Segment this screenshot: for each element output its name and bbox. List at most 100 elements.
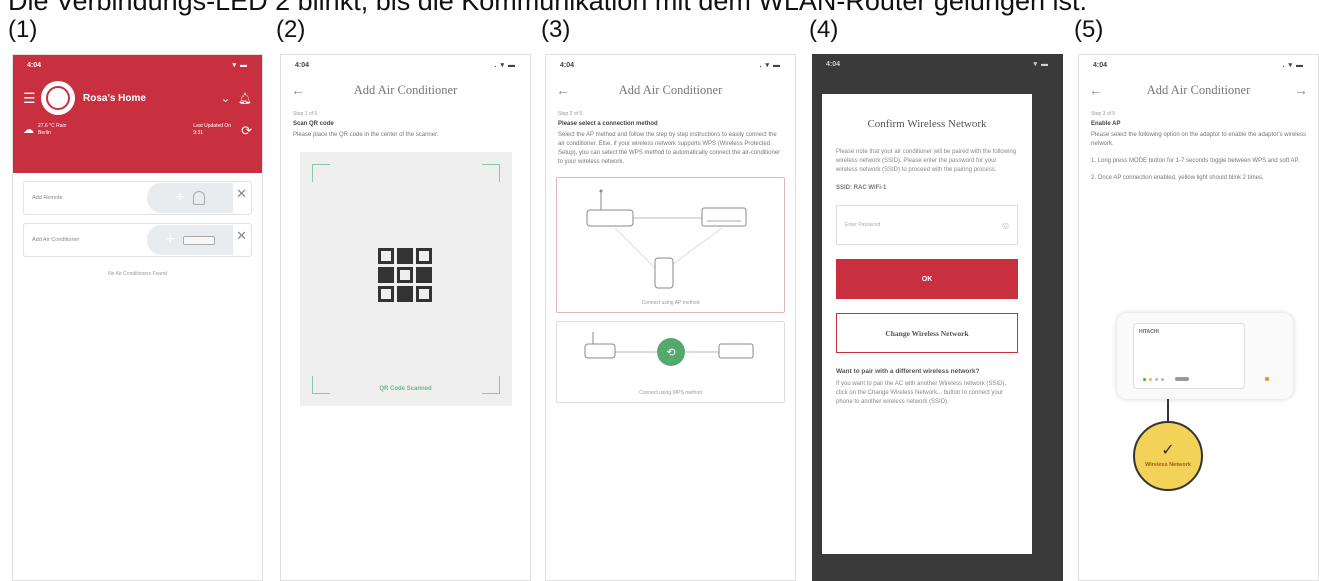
- led-off: [1155, 377, 1158, 381]
- ok-button[interactable]: OK: [836, 259, 1018, 299]
- scan-corner: [311, 164, 330, 182]
- status-time: 4:04: [27, 61, 42, 69]
- password-placeholder: Enter Password: [845, 222, 881, 228]
- caption: Die Verbindungs-LED 2 blinkt, bis die Ko…: [8, 0, 1088, 16]
- menu-icon[interactable]: ☰: [23, 90, 41, 107]
- step-label: Step 2 of 5: [558, 111, 583, 117]
- step-label: Step 1 of 5: [293, 111, 318, 117]
- home-header: 4:04 ▾ ▬ ☰ Rosa's Home ⌄ 🔔︎ ☁ 27.6 °C Ra…: [13, 55, 262, 173]
- back-arrow-icon[interactable]: ←: [1089, 82, 1111, 98]
- status-bar: 4:04 . ▾ ▬: [546, 55, 795, 75]
- step-number-3: (3): [541, 16, 571, 43]
- section-title: Enable AP: [1091, 121, 1121, 127]
- checkmark-icon: ✓: [1161, 442, 1175, 459]
- badge-connector: [1167, 399, 1169, 421]
- app-bar: ← Add Air Conditioner: [281, 75, 530, 105]
- status-time: 4:04: [826, 60, 841, 68]
- last-updated: Last Updated On 9:31: [193, 123, 232, 136]
- step-number-1: (1): [8, 16, 38, 43]
- modal-overlay: 4:04 ▾ ▬ Confirm Wireless Network Please…: [812, 54, 1063, 581]
- ap-method-option[interactable]: Connect using AP method: [556, 177, 785, 313]
- wifi-adapter-illustration: HITACHI: [1117, 313, 1293, 399]
- method-label: Connect using AP method: [641, 300, 700, 306]
- card-label: Add Remote: [32, 195, 63, 201]
- wireless-network-badge: ✓ Wireless Network: [1133, 421, 1203, 491]
- signal-battery-icon: . ▾ ▬: [1282, 62, 1304, 69]
- mode-button: [1175, 377, 1189, 381]
- chevron-down-icon[interactable]: ⌄: [221, 92, 230, 105]
- qr-code-icon: [377, 248, 432, 302]
- step-number-2: (2): [276, 16, 306, 43]
- wps-method-illustration: ⟲: [584, 332, 754, 366]
- qr-scanner[interactable]: QR Code Scanned: [299, 152, 512, 406]
- eye-icon[interactable]: ◎: [1002, 221, 1009, 230]
- screen-title: Add Air Conditioner: [1146, 82, 1251, 97]
- step-number-4: (4): [809, 16, 839, 43]
- remote-icon: [192, 191, 205, 205]
- phone-screen-5: 4:04 . ▾ ▬ ← Add Air Conditioner → Step …: [1078, 54, 1319, 581]
- app-bar: ← Add Air Conditioner →: [1079, 75, 1318, 105]
- ap-method-illustration: [586, 189, 747, 289]
- back-arrow-icon[interactable]: ←: [556, 82, 578, 98]
- signal-battery-icon: ▾ ▬: [1033, 61, 1049, 68]
- status-bar: 4:04 . ▾ ▬: [281, 55, 530, 75]
- change-network-button[interactable]: Change Wireless Network: [836, 313, 1018, 353]
- signal-battery-icon: ▾ ▬: [232, 62, 248, 69]
- empty-state-text: No Air Conditioners Found: [108, 271, 167, 277]
- pair-question: Want to pair with a different wireless n…: [836, 368, 980, 375]
- card-label: Add Air Conditioner: [32, 237, 80, 243]
- add-ac-card[interactable]: Add Air Conditioner + ✕: [23, 223, 252, 257]
- bell-icon[interactable]: 🔔︎: [238, 92, 252, 105]
- pair-instructions: If you want to pair the AC with another …: [836, 381, 1007, 405]
- led-off: [1161, 377, 1164, 381]
- screen-title: Add Air Conditioner: [353, 82, 458, 97]
- status-time: 4:04: [295, 61, 310, 69]
- instruction-step-2: 2. Once AP connection enabled, yellow li…: [1091, 175, 1264, 181]
- wps-method-option[interactable]: ⟲ Connect using WPS method: [556, 321, 785, 403]
- app-bar: ← Add Air Conditioner: [546, 75, 795, 105]
- phone-screen-3: 4:04 . ▾ ▬ ← Add Air Conditioner Step 2 …: [545, 54, 796, 581]
- svg-text:⟲: ⟲: [666, 346, 675, 359]
- method-label: Connect using WPS method: [639, 390, 702, 396]
- scan-status: QR Code Scanned: [379, 386, 432, 392]
- cloud-icon: ☁: [23, 123, 34, 136]
- signal-battery-icon: . ▾ ▬: [759, 62, 781, 69]
- dialog-body: Please note that your air conditioner wi…: [836, 149, 1017, 173]
- phone-screen-4: 4:04 ▾ ▬ Confirm Wireless Network Please…: [812, 54, 1063, 581]
- air-conditioner-icon: [182, 235, 215, 245]
- add-remote-card[interactable]: Add Remote + ✕: [23, 181, 252, 215]
- close-icon[interactable]: ✕: [236, 186, 247, 202]
- instruction-text: Please select the following option on th…: [1091, 132, 1306, 147]
- password-field[interactable]: Enter Password ◎: [836, 205, 1018, 245]
- close-icon[interactable]: ✕: [236, 228, 247, 244]
- screen-title: Add Air Conditioner: [618, 82, 723, 97]
- plus-icon: +: [165, 231, 175, 248]
- step-label: Step 3 of 5: [1091, 111, 1116, 117]
- status-bar: 4:04 ▾ ▬: [812, 54, 1063, 74]
- ac-illustration: +: [147, 225, 233, 255]
- step-number-5: (5): [1074, 16, 1104, 43]
- instruction-text: Select the AP method and follow the step…: [558, 132, 781, 165]
- led-yellow: [1149, 377, 1152, 381]
- avatar[interactable]: [41, 81, 75, 115]
- signal-battery-icon: . ▾ ▬: [494, 62, 516, 69]
- phone-screen-1: 4:04 ▾ ▬ ☰ Rosa's Home ⌄ 🔔︎ ☁ 27.6 °C Ra…: [12, 54, 263, 581]
- led-green: [1143, 377, 1146, 381]
- status-time: 4:04: [1093, 61, 1108, 69]
- instruction-text: Please place the QR code in the center o…: [293, 132, 439, 138]
- remote-illustration: +: [147, 183, 233, 213]
- led-orange: [1265, 377, 1269, 381]
- status-bar: 4:04 ▾ ▬: [13, 55, 262, 75]
- status-time: 4:04: [560, 61, 575, 69]
- forward-arrow-icon[interactable]: →: [1286, 82, 1308, 98]
- back-arrow-icon[interactable]: ←: [291, 82, 313, 98]
- refresh-icon[interactable]: ⟳: [241, 124, 252, 137]
- adapter-leds: [1143, 377, 1189, 381]
- phone-screen-2: 4:04 . ▾ ▬ ← Add Air Conditioner Step 1 …: [280, 54, 531, 581]
- weather-text: 27.6 °C Rain Berlin: [38, 123, 67, 136]
- badge-label: Wireless Network: [1145, 462, 1191, 468]
- adapter-brand: HITACHI: [1139, 329, 1159, 335]
- dialog-title: Confirm Wireless Network: [867, 118, 987, 130]
- confirm-network-dialog: Confirm Wireless Network Please note tha…: [822, 94, 1032, 554]
- section-title: Scan QR code: [293, 121, 334, 127]
